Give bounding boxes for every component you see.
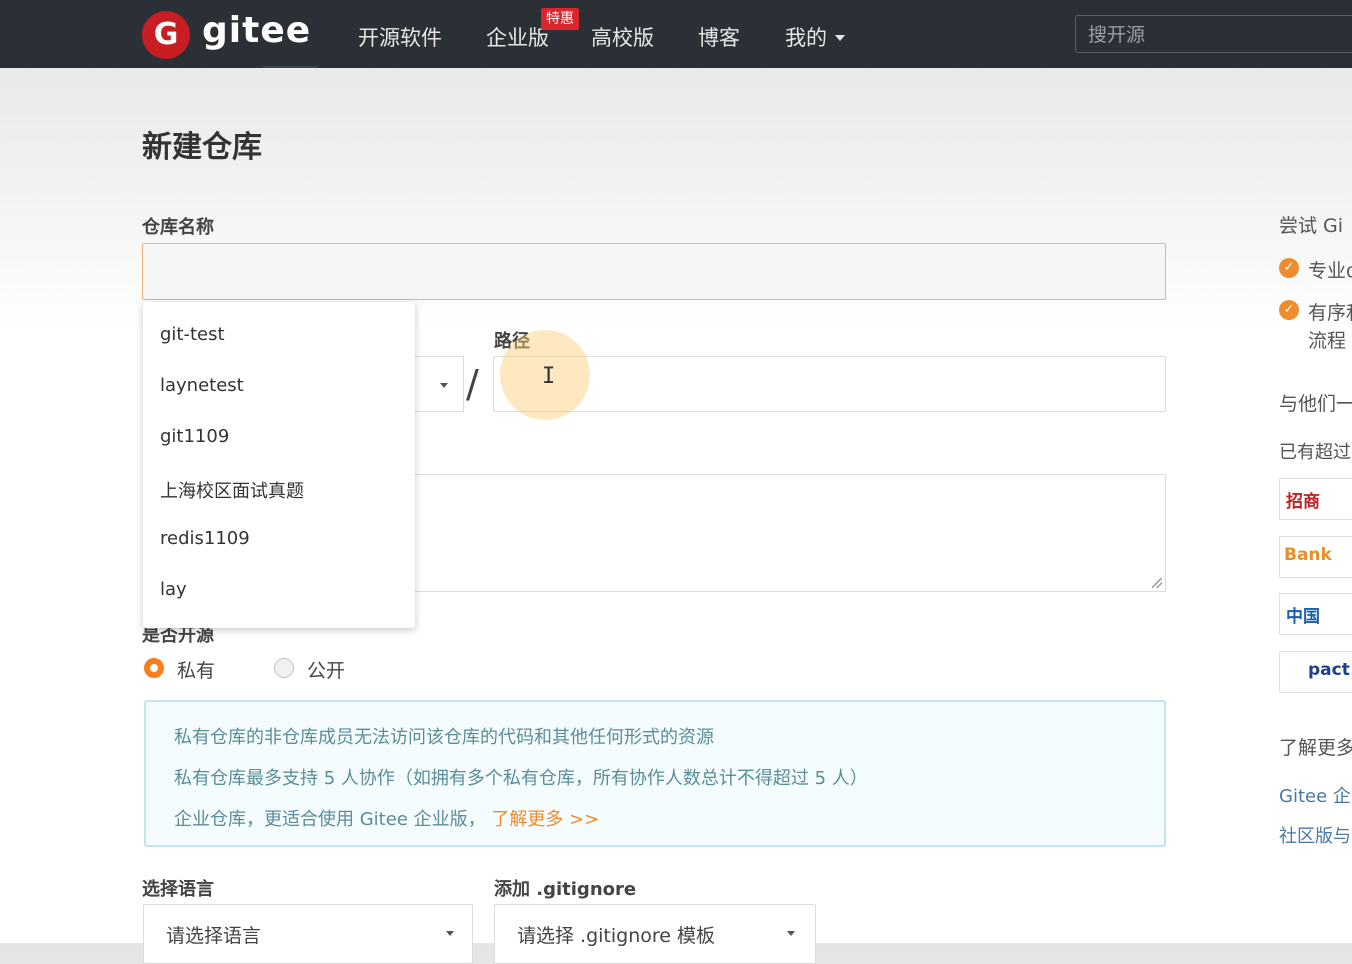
language-select[interactable]: 请选择语言 [143, 904, 473, 964]
info-line: 企业仓库，更适合使用 Gitee 企业版， 了解更多 >> [174, 805, 599, 831]
private-info-box: 私有仓库的非仓库成员无法访问该仓库的代码和其他任何形式的资源 私有仓库最多支持 … [144, 700, 1166, 847]
company-logo-text: 中国 [1286, 607, 1320, 627]
resize-handle-icon[interactable] [1152, 578, 1162, 588]
sidebar-check-text: 流程 [1308, 330, 1347, 352]
sidebar-already: 已有超过 [1279, 442, 1351, 463]
path-separator: / [466, 362, 479, 406]
gitignore-select-value: 请选择 .gitignore 模板 [517, 925, 715, 947]
check-icon: ✓ [1279, 300, 1299, 320]
company-logo-pact: pact [1279, 651, 1352, 693]
company-logo-text: Bank [1284, 545, 1332, 565]
suggestion-item[interactable]: 上海校区面试真题 [160, 477, 304, 503]
brand-name[interactable]: gitee [202, 10, 311, 51]
language-select-value: 请选择语言 [166, 925, 262, 947]
radio-private[interactable] [144, 658, 164, 678]
gitignore-label: 添加 .gitignore [494, 879, 637, 900]
suggestion-item[interactable]: git1109 [160, 426, 229, 447]
top-navbar: G gitee 开源软件 企业版 特惠 高校版 博客 我的 搜开源 [0, 0, 1352, 68]
name-suggestion-dropdown: git-test laynetest git1109 上海校区面试真题 redi… [143, 302, 415, 628]
company-logo-text: pact [1308, 660, 1350, 680]
info-line-text: 企业仓库，更适合使用 Gitee 企业版， [174, 809, 486, 830]
sidebar-learn-more: 了解更多 [1279, 737, 1352, 759]
repo-path-input[interactable] [493, 356, 1166, 412]
text-cursor-icon: I [542, 364, 556, 389]
sidebar-try-title: 尝试 Gi [1279, 215, 1344, 237]
search-input[interactable]: 搜开源 [1075, 15, 1352, 53]
nav-enterprise[interactable]: 企业版 [486, 22, 549, 52]
owner-select[interactable] [410, 356, 464, 412]
gitee-logo-icon[interactable]: G [142, 11, 190, 59]
sidebar-with-them: 与他们一 [1279, 393, 1352, 415]
info-line: 私有仓库的非仓库成员无法访问该仓库的代码和其他任何形式的资源 [174, 727, 714, 748]
radio-public[interactable] [274, 658, 294, 678]
radio-private-label[interactable]: 私有 [177, 656, 215, 683]
info-line: 私有仓库最多支持 5 人协作（如拥有多个私有仓库，所有协作人数总计不得超过 5 … [174, 768, 868, 789]
company-logo-telecom: 中国 [1279, 593, 1352, 635]
brand-underline [263, 66, 317, 68]
sidebar-check-text: 有序和 [1308, 302, 1352, 324]
radio-public-label[interactable]: 公开 [307, 656, 345, 683]
promo-badge: 特惠 [541, 8, 579, 30]
chevron-down-icon [446, 931, 454, 936]
repo-name-label: 仓库名称 [142, 217, 214, 238]
repo-name-input[interactable] [142, 243, 1166, 300]
sidebar-link-community[interactable]: 社区版与 [1279, 822, 1351, 848]
sidebar-link-enterprise[interactable]: Gitee 企 [1279, 782, 1351, 808]
nav-blog[interactable]: 博客 [698, 22, 740, 52]
nav-mine[interactable]: 我的 [785, 22, 827, 52]
check-icon: ✓ [1279, 258, 1299, 278]
chevron-down-icon[interactable] [835, 35, 845, 41]
chevron-down-icon [787, 931, 795, 936]
learn-more-link[interactable]: 了解更多 >> [491, 809, 599, 830]
gitignore-select[interactable]: 请选择 .gitignore 模板 [494, 904, 816, 964]
suggestion-item[interactable]: laynetest [160, 375, 244, 396]
company-logo-text: 招商 [1286, 492, 1320, 512]
suggestion-item[interactable]: redis1109 [160, 528, 250, 549]
company-logo-cmb: 招商 [1279, 478, 1352, 520]
company-logo-bank: Bank [1279, 536, 1352, 578]
language-label: 选择语言 [142, 879, 214, 900]
description-textarea[interactable] [410, 474, 1166, 592]
suggestion-item[interactable]: lay [160, 579, 187, 600]
chevron-down-icon [440, 383, 448, 388]
nav-open-source[interactable]: 开源软件 [358, 22, 442, 52]
sidebar-check-text: 专业α [1308, 260, 1352, 282]
page-title: 新建仓库 [142, 130, 262, 165]
suggestion-item[interactable]: git-test [160, 324, 225, 345]
nav-university[interactable]: 高校版 [591, 22, 654, 52]
